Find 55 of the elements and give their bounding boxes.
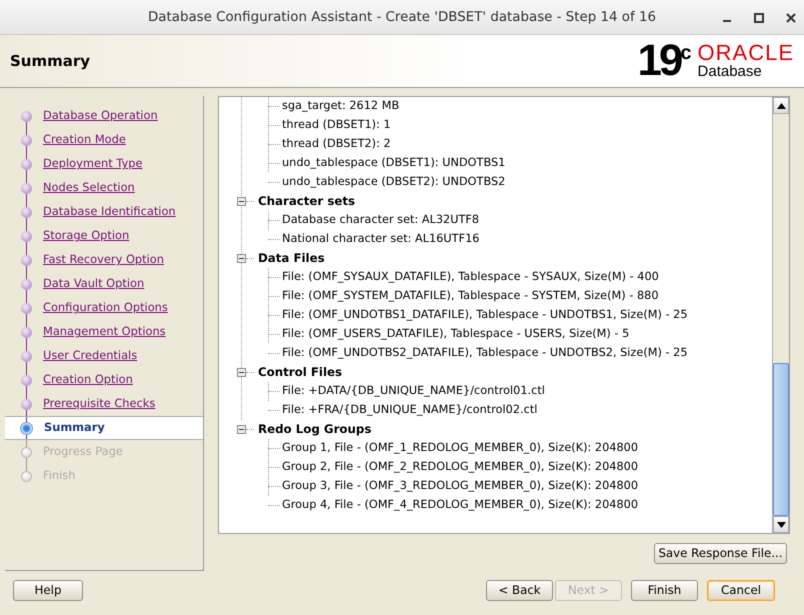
window-title: Database Configuration Assistant - Create 'DBSET' database - Step 14 of 16 [148,9,656,27]
collapse-icon[interactable] [237,425,246,434]
nav-button[interactable]: < Back [486,580,553,601]
tree-item: File: (OMF_SYSAUX_DATAFILE), Tablespace - SYSAUX, Size(M) - 400 [282,269,659,286]
help-button[interactable]: Help [13,580,83,601]
step-link[interactable]: Nodes Selection [43,179,135,197]
tree-item: undo_tablespace (DBSET1): UNDOTBS1 [282,155,506,172]
group-label: Data Files [258,250,325,267]
step-link[interactable]: Database Identification [43,203,176,221]
step-link[interactable]: Prerequisite Checks [43,395,156,413]
version-number: 19 [637,41,680,81]
product-name: Database [698,62,763,80]
finish-button[interactable]: Finish [631,580,698,601]
scroll-down-icon[interactable] [776,522,786,528]
tree-item: Group 4, File - (OMF_4_REDOLOG_MEMBER_0), Size(K): 204800 [282,497,638,514]
scrollbar[interactable] [772,97,789,533]
tree-item: Database character set: AL32UTF8 [282,212,480,228]
group-label: Character sets [258,192,356,210]
brand-logo: ORACLE [698,42,794,62]
step-link[interactable]: Creation Option [43,371,133,389]
tree-item: sga_target: 2612 MB [282,98,400,114]
close-icon[interactable] [786,12,796,22]
step-link[interactable]: Data Vault Option [43,275,144,293]
step-link[interactable]: Deployment Type [43,155,142,173]
tree-item: National character set: AL16UTF16 [282,231,480,248]
tree-item: Group 2, File - (OMF_2_REDOLOG_MEMBER_0), Size(K): 204800 [282,459,638,476]
tree-item: Group 1, File - (OMF_1_REDOLOG_MEMBER_0), Size(K): 204800 [282,440,638,456]
cancel-button[interactable]: Cancel [707,580,775,601]
collapse-icon[interactable] [237,254,246,263]
tree-item: File: (OMF_UNDOTBS2_DATAFILE), Tablespace - UNDOTBS2, Size(M) - 25 [282,345,688,362]
scroll-up-icon[interactable] [776,102,786,108]
step-link[interactable]: Fast Recovery Option [43,251,164,269]
step-link[interactable]: User Credentials [43,347,138,365]
step-link[interactable]: Creation Mode [43,131,126,149]
collapse-icon[interactable] [237,368,246,377]
tree-item: Group 3, File - (OMF_3_REDOLOG_MEMBER_0), Size(K): 204800 [282,478,638,494]
version-suffix: c [680,43,692,63]
tree-item: File: (OMF_UNDOTBS1_DATAFILE), Tablespace - UNDOTBS1, Size(M) - 25 [282,307,688,324]
group-label: Redo Log Groups [258,420,372,438]
tree-item: thread (DBSET2): 2 [282,136,391,152]
tree-item: File: (OMF_SYSTEM_DATAFILE), Tablespace - SYSTEM, Size(M) - 880 [282,288,659,304]
step-link[interactable]: Database Operation [43,107,158,125]
maximize-icon[interactable] [754,12,764,22]
tree-item: File: +FRA/{DB_UNIQUE_NAME}/control02.ctl [282,402,538,418]
tree-item: undo_tablespace (DBSET2): UNDOTBS2 [282,174,506,190]
tree-item: File: (OMF_USERS_DATAFILE), Tablespace - USERS, Size(M) - 5 [282,326,630,342]
tree-item: File: +DATA/{DB_UNIQUE_NAME}/control01.ctl [282,383,545,400]
step-link[interactable]: Management Options [43,323,166,341]
page-title: Summary [10,50,90,72]
save-response-file-button[interactable]: Save Response File... [654,543,787,564]
step-link[interactable]: Configuration Options [43,299,168,317]
tree-item: thread (DBSET1): 1 [282,117,391,134]
group-label: Control Files [258,364,342,381]
step-link[interactable]: Storage Option [43,227,130,245]
collapse-icon[interactable] [237,197,246,206]
